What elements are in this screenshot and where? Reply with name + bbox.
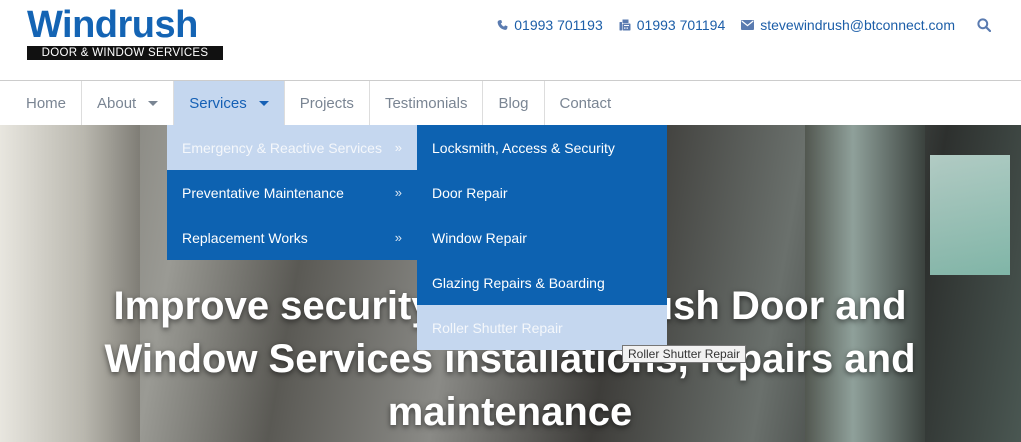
fax-icon [619,19,631,31]
menu-item-label: Replacement Works [182,229,308,246]
nav-blog-label: Blog [498,94,529,112]
nav-about-label: About [97,94,137,112]
contact-bar: 01993 701193 01993 701194 stevewindrush@… [481,17,991,33]
submenu-item-label: Window Repair [432,229,527,246]
menu-item-emergency-reactive[interactable]: Emergency & Reactive Services » [167,125,417,170]
search-icon [977,18,991,32]
site-header: Windrush DOOR & WINDOW SERVICES 01993 70… [0,0,1021,80]
nav-contact-label: Contact [559,94,612,112]
phone-link[interactable]: 01993 701193 [497,17,603,33]
submenu-item-label: Roller Shutter Repair [432,319,563,336]
tooltip: Roller Shutter Repair [622,345,747,363]
submenu-item-window-repair[interactable]: Window Repair [417,215,667,260]
submenu-item-label: Door Repair [432,184,508,201]
chevron-right-icon: » [394,140,402,155]
nav-projects-label: Projects [299,94,354,112]
menu-item-preventative-maintenance[interactable]: Preventative Maintenance » [167,170,417,215]
search-button[interactable] [977,18,991,32]
submenu-item-locksmith[interactable]: Locksmith, Access & Security [417,125,667,170]
nav-home[interactable]: Home [0,81,83,125]
submenu-item-label: Glazing Repairs & Boarding [432,274,605,291]
envelope-icon [741,20,755,30]
submenu-item-door-repair[interactable]: Door Repair [417,170,667,215]
nav-about[interactable]: About [82,81,175,125]
nav-services[interactable]: Services [174,81,285,125]
main-nav: Home About Services Projects Testimonial… [0,80,1021,125]
nav-testimonials[interactable]: Testimonials [370,81,484,125]
chevron-down-icon [148,100,159,106]
phone-number: 01993 701193 [514,17,603,33]
logo-tagline: DOOR & WINDOW SERVICES [27,46,223,60]
chevron-down-icon [258,100,269,106]
services-dropdown: Emergency & Reactive Services » Preventa… [167,125,417,260]
nav-contact[interactable]: Contact [545,81,627,125]
nav-projects[interactable]: Projects [285,81,370,125]
fax-link[interactable]: 01993 701194 [619,17,726,33]
nav-testimonials-label: Testimonials [384,94,468,112]
chevron-right-icon: » [394,230,402,245]
submenu-item-roller-shutter[interactable]: Roller Shutter Repair [417,305,667,350]
chevron-right-icon: » [394,185,402,200]
logo-wordmark: Windrush [27,4,198,46]
submenu-item-label: Locksmith, Access & Security [432,139,615,156]
nav-blog[interactable]: Blog [483,81,545,125]
menu-item-label: Emergency & Reactive Services [182,139,382,156]
fax-number: 01993 701194 [636,17,726,33]
menu-item-replacement-works[interactable]: Replacement Works » [167,215,417,260]
nav-home-label: Home [26,94,67,112]
email-address: stevewindrush@btconnect.com [760,17,955,33]
logo[interactable]: Windrush DOOR & WINDOW SERVICES [27,6,223,60]
emergency-submenu: Locksmith, Access & Security Door Repair… [417,125,667,350]
phone-icon [497,19,508,30]
nav-services-label: Services [189,94,247,112]
submenu-item-glazing-repairs[interactable]: Glazing Repairs & Boarding [417,260,667,305]
menu-item-label: Preventative Maintenance [182,184,344,201]
email-link[interactable]: stevewindrush@btconnect.com [741,17,955,33]
hero-image-glass [930,155,1010,275]
